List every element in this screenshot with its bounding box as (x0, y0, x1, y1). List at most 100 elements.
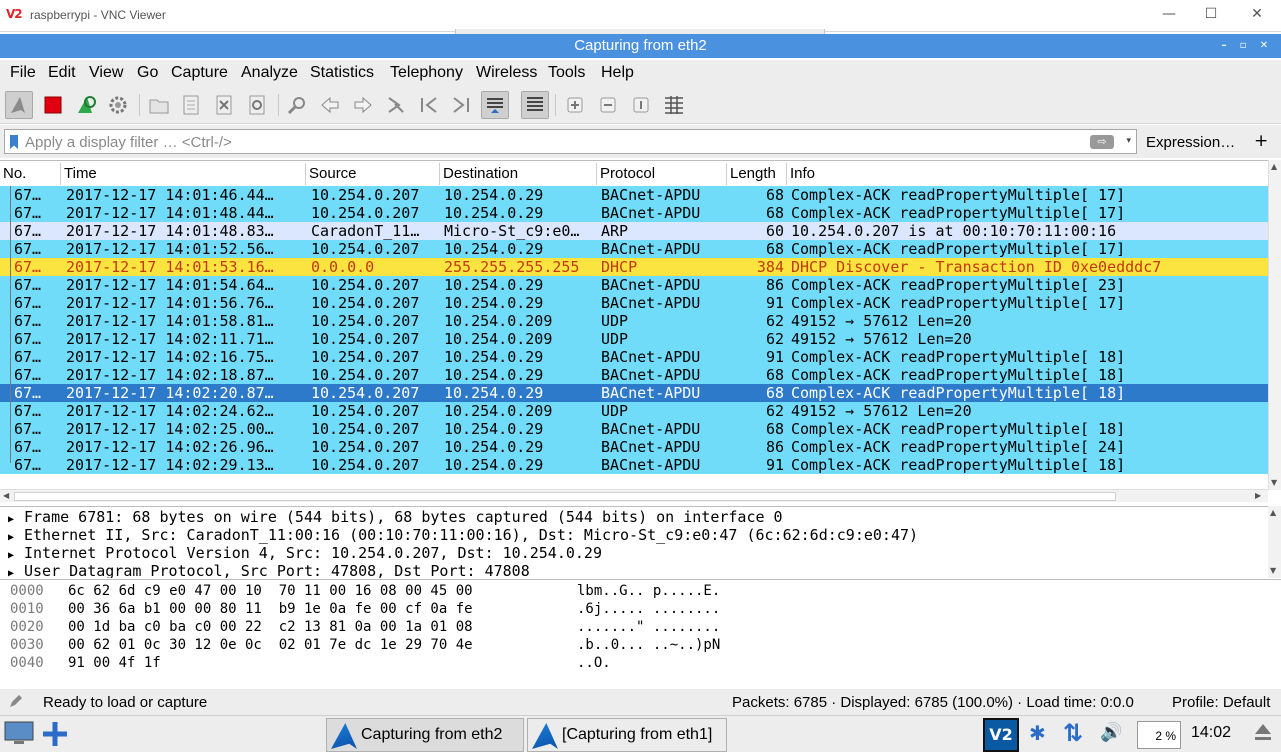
go-first-packet-icon[interactable] (415, 91, 443, 119)
expert-info-pencil-icon[interactable] (8, 693, 24, 713)
menu-analyze[interactable]: Analyze (241, 64, 298, 82)
stop-capture-icon[interactable] (39, 91, 67, 119)
packet-row[interactable]: 67… 2017-12-17 14:02:29.13… 10.254.0.207 10… (0, 456, 1268, 474)
menu-statistics[interactable]: Statistics (310, 64, 374, 82)
packet-row[interactable]: 67… 2017-12-17 14:01:58.81… 10.254.0.207 10… (0, 312, 1268, 330)
volume-speaker-icon[interactable]: 🔊 (1100, 722, 1122, 743)
zoom-out-icon[interactable] (594, 91, 622, 119)
expression-button[interactable]: Expression… (1146, 134, 1235, 151)
packet-row[interactable]: 67… 2017-12-17 14:01:46.44… 10.254.0.207 10… (0, 186, 1268, 204)
packet-row[interactable]: 67… 2017-12-17 14:02:25.00… 10.254.0.207 10… (0, 420, 1268, 438)
vnc-maximize-button[interactable]: ☐ (1202, 6, 1220, 24)
column-header-source[interactable]: Source (306, 163, 440, 185)
menu-wireless[interactable]: Wireless (476, 64, 537, 82)
horizontal-scroll-thumb[interactable] (14, 492, 1116, 501)
menu-tools[interactable]: Tools (548, 64, 585, 82)
column-header-time[interactable]: Time (61, 163, 306, 185)
packet-row[interactable]: 67… 2017-12-17 14:02:11.71… 10.254.0.207 10… (0, 330, 1268, 348)
auto-scroll-icon[interactable] (481, 91, 509, 119)
window-minimize-button[interactable]: – (1217, 39, 1231, 53)
network-arrows-icon[interactable]: ⇅ (1063, 719, 1083, 747)
window-maximize-button[interactable]: ▫ (1236, 39, 1250, 53)
scroll-down-arrow-icon[interactable]: ▼ (1270, 566, 1276, 575)
byte-ascii[interactable]: lbm..G.. p.....E. (577, 582, 720, 600)
vnc-close-button[interactable]: ✕ (1248, 6, 1266, 24)
packet-row[interactable]: 67… 2017-12-17 14:01:48.83… CaradonT_11… Mi… (0, 222, 1268, 240)
packet-row[interactable]: 67… 2017-12-17 14:02:26.96… 10.254.0.207 10… (0, 438, 1268, 456)
packet-list-horizontal-scrollbar[interactable]: ◀ ▶ (0, 489, 1268, 502)
packet-row[interactable]: 67… 2017-12-17 14:02:18.87… 10.254.0.207 10… (0, 366, 1268, 384)
find-packet-magnifier-icon[interactable] (283, 91, 311, 119)
byte-ascii[interactable]: .6j..... ........ (577, 600, 720, 618)
show-desktop-monitor-icon[interactable] (4, 720, 34, 750)
bookmark-icon[interactable] (10, 135, 18, 149)
menu-edit[interactable]: Edit (48, 64, 76, 82)
task-capturing-eth2[interactable]: Capturing from eth2 (326, 718, 524, 752)
byte-hex[interactable]: 00 36 6a b1 00 00 80 11 b9 1e 0a fe 00 c… (68, 600, 473, 618)
menu-capture[interactable]: Capture (171, 64, 228, 82)
column-header-info[interactable]: Info (787, 163, 1268, 185)
go-forward-arrow-icon[interactable] (349, 91, 377, 119)
save-file-icon[interactable] (177, 91, 205, 119)
restart-capture-icon[interactable] (72, 91, 100, 119)
byte-ascii[interactable]: .b..0... ..~..)pN (577, 636, 720, 654)
eject-icon[interactable] (1253, 722, 1273, 750)
clock[interactable]: 14:02 (1191, 724, 1231, 742)
packet-row[interactable]: 67… 2017-12-17 14:01:52.56… 10.254.0.207 10… (0, 240, 1268, 258)
status-profile-text[interactable]: Profile: Default (1172, 694, 1270, 711)
vnc-minimize-button[interactable]: — (1160, 6, 1178, 24)
column-header-no[interactable]: No. (0, 163, 61, 185)
open-file-folder-icon[interactable] (145, 91, 173, 119)
go-to-packet-icon[interactable] (382, 91, 410, 119)
vnc-tray-icon[interactable]: V2 (983, 718, 1019, 752)
packet-row[interactable]: 67… 2017-12-17 14:01:54.64… 10.254.0.207 10… (0, 276, 1268, 294)
byte-ascii[interactable]: ..O. (577, 654, 611, 672)
byte-hex[interactable]: 00 1d ba c0 ba c0 00 22 c2 13 81 0a 00 1… (68, 618, 473, 636)
move-plus-icon[interactable] (41, 720, 69, 752)
expand-triangle-icon[interactable]: ▶ (8, 565, 24, 578)
byte-hex[interactable]: 00 62 01 0c 30 12 0e 0c 02 01 7e dc 1e 2… (68, 636, 473, 654)
byte-hex[interactable]: 91 00 4f 1f (68, 654, 161, 672)
display-filter-input[interactable]: Apply a display filter … <Ctrl-/> ⇨ ▾ (4, 129, 1137, 154)
menu-telephony[interactable]: Telephony (390, 64, 463, 82)
bluetooth-icon[interactable]: ✱ (1029, 721, 1046, 745)
filter-history-chevron-down-icon[interactable]: ▾ (1126, 136, 1131, 146)
packet-row[interactable]: 67… 2017-12-17 14:02:24.62… 10.254.0.207 10… (0, 402, 1268, 420)
scroll-down-arrow-icon[interactable]: ▼ (1271, 478, 1277, 487)
scroll-up-arrow-icon[interactable]: ▲ (1271, 162, 1277, 171)
packet-row[interactable]: 67… 2017-12-17 14:02:20.87… 10.254.0.207 10… (0, 384, 1268, 402)
go-back-arrow-icon[interactable] (316, 91, 344, 119)
packet-row[interactable]: 67… 2017-12-17 14:01:53.16… 0.0.0.0 255.255… (0, 258, 1268, 276)
reload-file-icon[interactable] (243, 91, 271, 119)
colorize-packets-icon[interactable] (521, 91, 549, 119)
scroll-right-arrow-icon[interactable]: ▶ (1255, 491, 1261, 500)
scroll-left-arrow-icon[interactable]: ◀ (3, 491, 9, 500)
task-capturing-eth1[interactable]: [Capturing from eth1] (527, 718, 727, 752)
column-header-protocol[interactable]: Protocol (597, 163, 727, 185)
packet-row[interactable]: 67… 2017-12-17 14:01:48.44… 10.254.0.207 10… (0, 204, 1268, 222)
capture-options-gear-icon[interactable] (104, 91, 132, 119)
scroll-up-arrow-icon[interactable]: ▲ (1270, 508, 1276, 517)
close-file-icon[interactable] (210, 91, 238, 119)
column-header-length[interactable]: Length (727, 163, 787, 185)
window-close-button[interactable]: ✕ (1257, 39, 1271, 53)
details-vertical-scrollbar[interactable]: ▲ ▼ (1268, 506, 1281, 578)
add-filter-button[interactable]: + (1254, 131, 1268, 151)
byte-ascii[interactable]: ......." ........ (577, 618, 720, 636)
detail-row-udp[interactable]: ▶ User Datagram Protocol, Src Port: 47808… (8, 562, 530, 578)
apply-filter-arrow-icon[interactable]: ⇨ (1090, 135, 1114, 149)
start-capture-shark-fin-icon[interactable] (5, 91, 33, 119)
menu-file[interactable]: File (10, 64, 36, 82)
resize-columns-icon[interactable] (660, 91, 688, 119)
normal-size-icon[interactable] (627, 91, 655, 119)
menu-help[interactable]: Help (601, 64, 634, 82)
byte-hex[interactable]: 6c 62 6d c9 e0 47 00 10 70 11 00 16 08 0… (68, 582, 473, 600)
packet-row[interactable]: 67… 2017-12-17 14:02:16.75… 10.254.0.207 10… (0, 348, 1268, 366)
zoom-in-icon[interactable] (561, 91, 589, 119)
menu-go[interactable]: Go (137, 64, 158, 82)
column-header-destination[interactable]: Destination (440, 163, 597, 185)
menu-view[interactable]: View (89, 64, 123, 82)
packet-list-vertical-scrollbar[interactable]: ▲ ▼ (1268, 160, 1281, 490)
go-last-packet-icon[interactable] (447, 91, 475, 119)
packet-row[interactable]: 67… 2017-12-17 14:01:56.76… 10.254.0.207 10… (0, 294, 1268, 312)
